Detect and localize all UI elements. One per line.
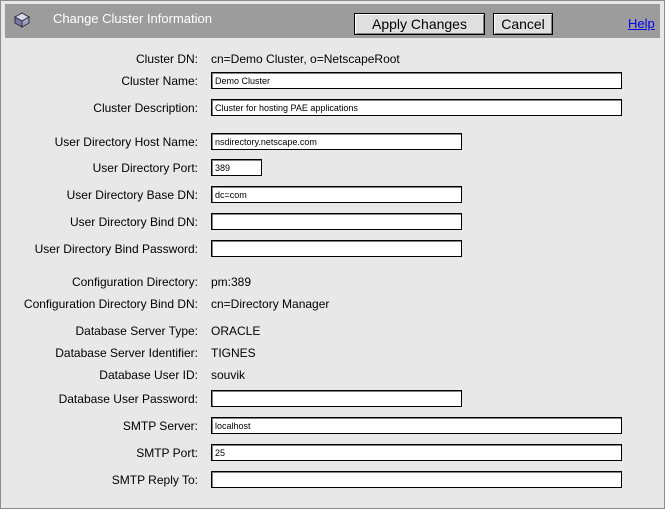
row-ud-bind-password: User Directory Bind Password: [1, 239, 664, 263]
db-server-type-value: ORACLE [211, 324, 261, 338]
row-cluster-dn: Cluster DN: cn=Demo Cluster, o=NetscapeR… [1, 49, 664, 73]
db-server-id-label: Database Server Identifier: [55, 346, 198, 360]
ud-bind-password-field[interactable] [211, 240, 462, 257]
smtp-reply-to-label: SMTP Reply To: [111, 473, 198, 487]
ud-base-dn-field[interactable] [211, 186, 462, 203]
row-cluster-description: Cluster Description: [1, 98, 664, 122]
db-server-id-value: TIGNES [211, 346, 256, 360]
smtp-server-label: SMTP Server: [122, 419, 198, 433]
config-dir-bind-dn-label: Configuration Directory Bind DN: [23, 297, 198, 311]
row-smtp-port: SMTP Port: [1, 443, 664, 467]
cluster-description-label: Cluster Description: [93, 101, 198, 115]
apply-changes-button[interactable]: Apply Changes [354, 13, 485, 35]
row-ud-host: User Directory Host Name: [1, 132, 664, 156]
ud-base-dn-label: User Directory Base DN: [66, 188, 198, 202]
row-db-server-id: Database Server Identifier: TIGNES [1, 343, 664, 367]
config-dir-value: pm:389 [211, 275, 252, 289]
row-ud-bind-dn: User Directory Bind DN: [1, 212, 664, 236]
row-ud-port: User Directory Port: [1, 158, 664, 182]
row-db-user-password: Database User Password: [1, 389, 664, 413]
ud-bind-dn-label: User Directory Bind DN: [69, 215, 198, 229]
row-db-server-type: Database Server Type: ORACLE [1, 321, 664, 345]
row-db-user-id: Database User ID: souvik [1, 365, 664, 389]
db-user-id-value: souvik [211, 368, 246, 382]
db-user-password-label: Database User Password: [58, 392, 198, 406]
header-bar: Change Cluster Information Apply Changes… [5, 4, 660, 38]
row-smtp-reply-to: SMTP Reply To: [1, 470, 664, 494]
row-smtp-server: SMTP Server: [1, 416, 664, 440]
config-dir-label: Configuration Directory: [71, 275, 198, 289]
ud-bind-password-label: User Directory Bind Password: [34, 242, 198, 256]
cluster-name-field[interactable] [211, 72, 622, 89]
cluster-name-label: Cluster Name: [121, 74, 198, 88]
smtp-reply-to-field[interactable] [211, 471, 622, 488]
cluster-dn-value: cn=Demo Cluster, o=NetscapeRoot [211, 52, 400, 66]
smtp-port-label: SMTP Port: [136, 446, 198, 460]
ud-host-field[interactable] [211, 133, 462, 150]
smtp-server-field[interactable] [211, 417, 622, 434]
cancel-button[interactable]: Cancel [493, 13, 553, 35]
ud-bind-dn-field[interactable] [211, 213, 462, 230]
db-user-password-field[interactable] [211, 390, 462, 407]
row-cluster-name: Cluster Name: [1, 71, 664, 95]
row-config-dir: Configuration Directory: pm:389 [1, 272, 664, 296]
row-ud-base-dn: User Directory Base DN: [1, 185, 664, 209]
db-server-type-label: Database Server Type: [75, 324, 198, 338]
cluster-description-field[interactable] [211, 99, 622, 116]
config-dir-bind-dn-value: cn=Directory Manager [211, 297, 330, 311]
row-config-dir-bind-dn: Configuration Directory Bind DN: cn=Dire… [1, 294, 664, 318]
cluster-icon [13, 11, 31, 29]
ud-host-label: User Directory Host Name: [54, 135, 198, 149]
page-title: Change Cluster Information [53, 11, 212, 26]
dialog-frame: Change Cluster Information Apply Changes… [0, 0, 665, 509]
ud-port-label: User Directory Port: [92, 161, 198, 175]
db-user-id-label: Database User ID: [99, 368, 198, 382]
help-link[interactable]: Help [628, 16, 655, 31]
smtp-port-field[interactable] [211, 444, 622, 461]
cluster-dn-label: Cluster DN: [135, 52, 198, 66]
ud-port-field[interactable] [211, 159, 262, 176]
